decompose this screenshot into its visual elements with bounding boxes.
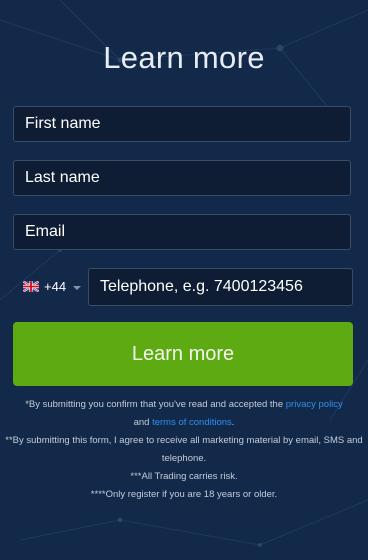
country-code-value: +44 bbox=[44, 279, 67, 294]
page-title: Learn more bbox=[103, 40, 265, 75]
chevron-down-icon bbox=[73, 286, 81, 290]
first-name-input[interactable] bbox=[13, 106, 351, 142]
privacy-policy-link[interactable]: privacy policy bbox=[286, 399, 343, 410]
marketing-disclaimer: **By submitting this form, I agree to re… bbox=[5, 435, 363, 464]
telephone-input[interactable] bbox=[88, 268, 353, 306]
terms-link[interactable]: terms of conditions bbox=[152, 417, 232, 428]
country-code-select[interactable]: +44 bbox=[13, 268, 87, 306]
signup-form: Learn more +44 Learn more *By submitting… bbox=[0, 0, 368, 560]
consent-disclaimer: *By submitting you confirm that you've r… bbox=[0, 396, 368, 432]
consent-text-end: . bbox=[231, 417, 235, 428]
learn-more-button[interactable]: Learn more bbox=[13, 322, 353, 386]
uk-flag-icon bbox=[23, 281, 39, 292]
age-disclaimer: ****Only register if you are 18 years or… bbox=[90, 489, 278, 500]
risk-disclaimer: ***All Trading carries risk. bbox=[130, 471, 238, 482]
consent-text: *By submitting you confirm that you've r… bbox=[25, 399, 286, 410]
email-input[interactable] bbox=[13, 214, 351, 250]
last-name-input[interactable] bbox=[13, 160, 351, 196]
consent-text-and: and bbox=[133, 417, 153, 428]
